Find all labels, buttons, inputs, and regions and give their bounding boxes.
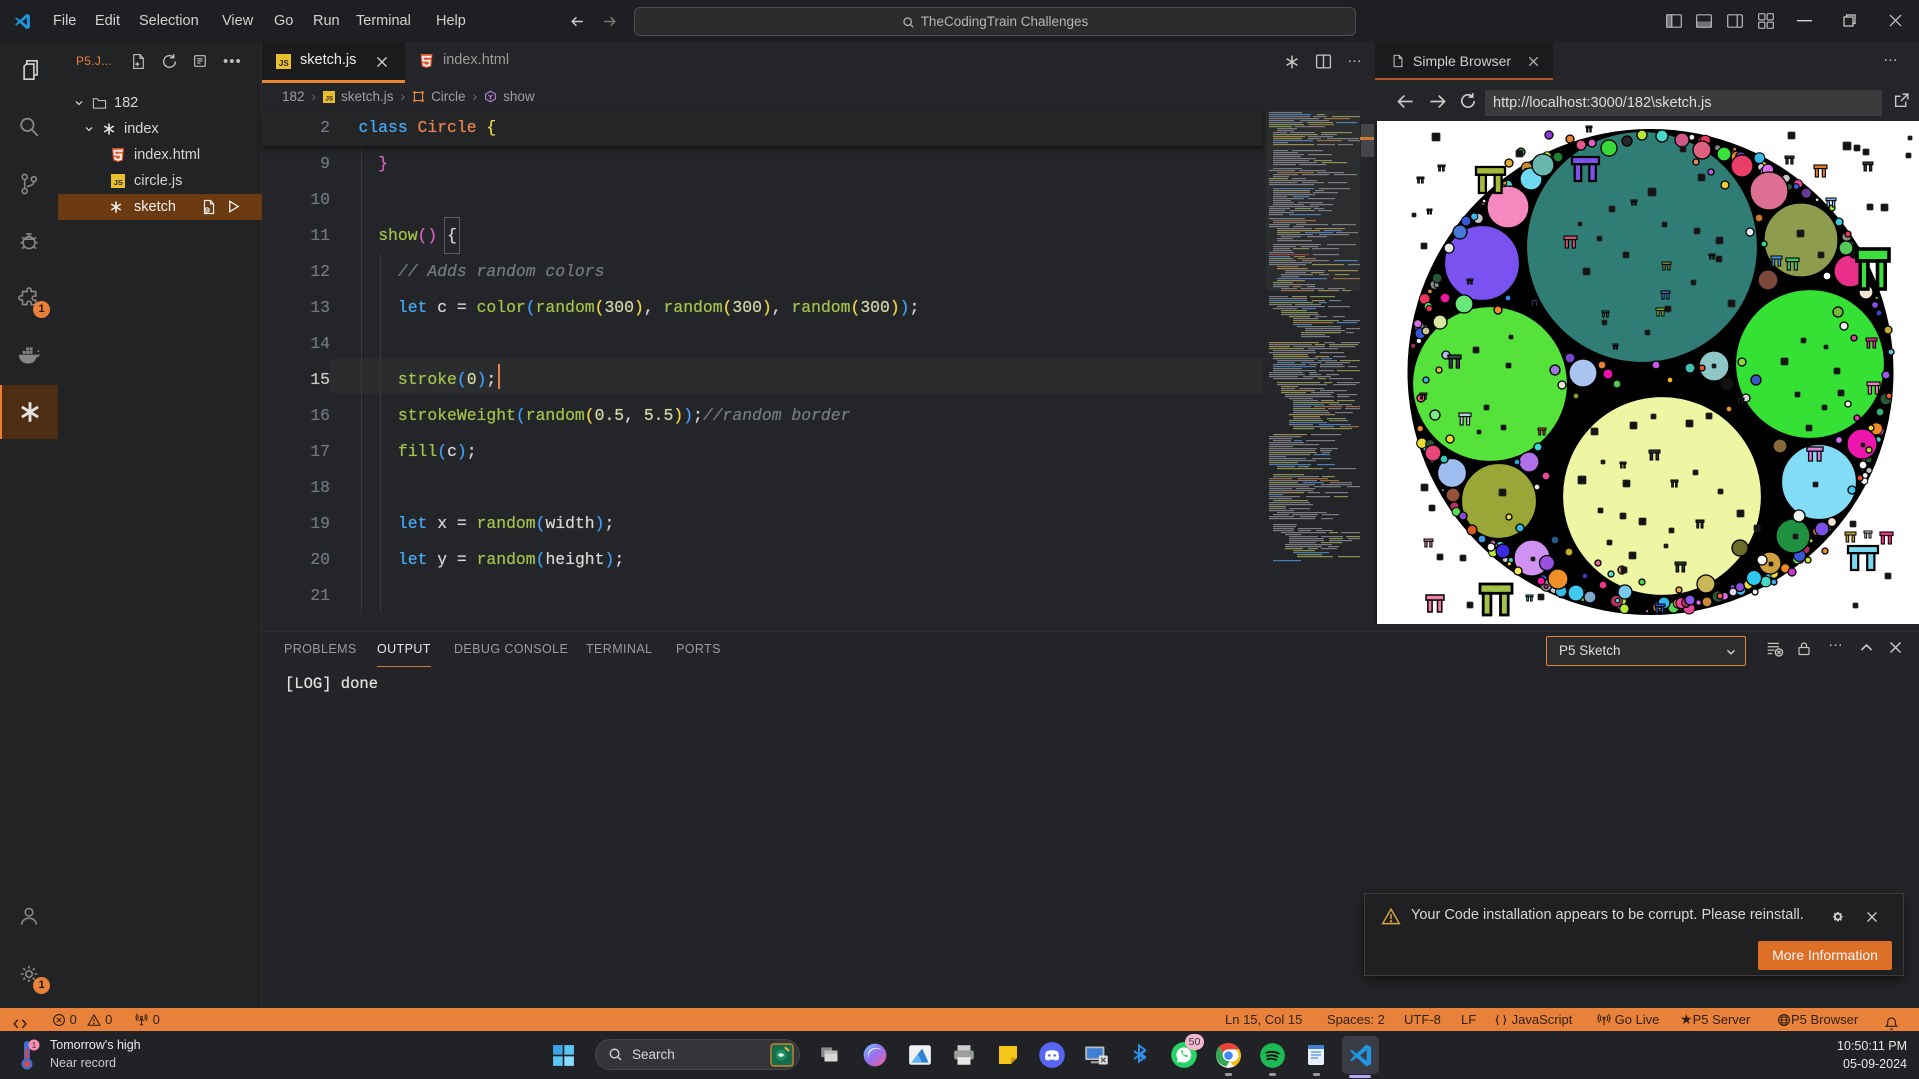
svg-text:JS: JS: [114, 178, 123, 187]
svg-text:JS: JS: [279, 59, 289, 68]
svg-text:JS: JS: [325, 95, 334, 102]
svg-text:1: 1: [32, 1041, 37, 1050]
